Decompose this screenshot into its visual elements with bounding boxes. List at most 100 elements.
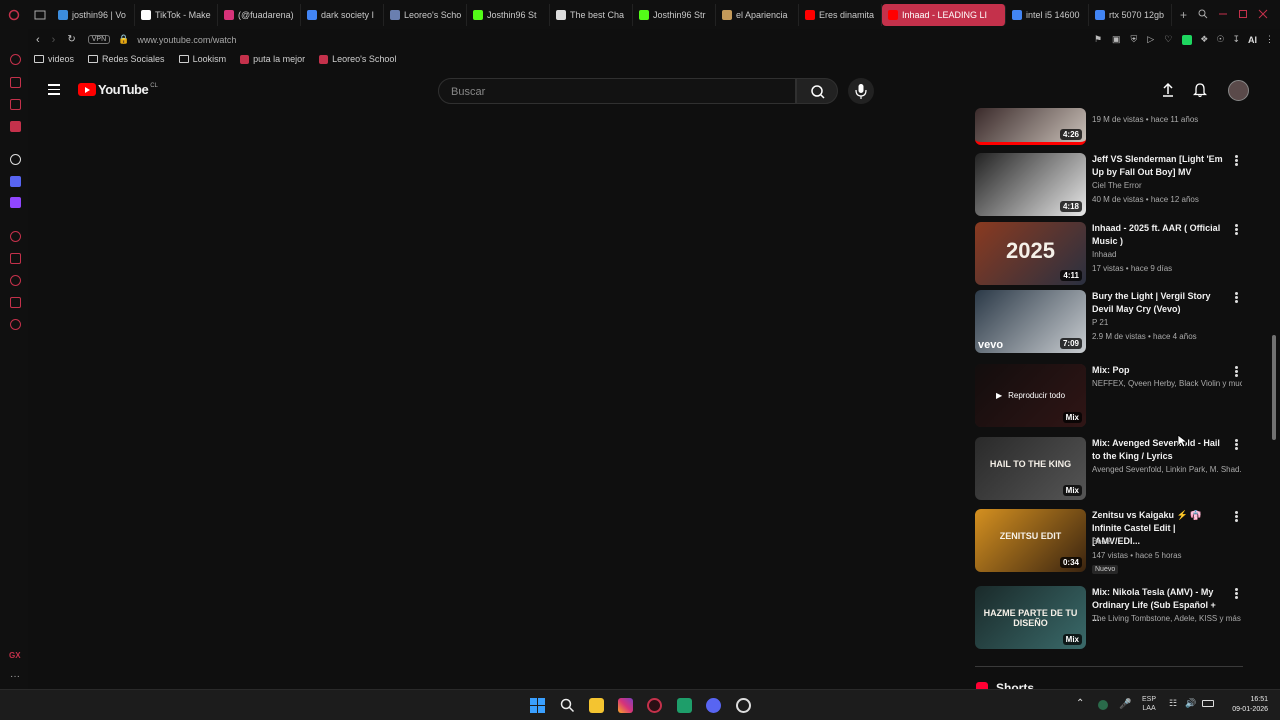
- messenger-icon[interactable]: [10, 121, 21, 132]
- browser-tab[interactable]: intel i5 14600: [1006, 3, 1089, 26]
- channel-name[interactable]: P 21: [1092, 318, 1242, 327]
- start-windows-icon[interactable]: [530, 698, 545, 713]
- new-tab-button[interactable]: +: [1172, 8, 1195, 22]
- browser-tab[interactable]: el Apariencia: [716, 3, 799, 26]
- extensions-icon[interactable]: [10, 297, 21, 308]
- gx-corner-icon[interactable]: [10, 54, 21, 65]
- video-title[interactable]: Jeff VS Slenderman [Light 'Em Up by Fall…: [1092, 153, 1224, 179]
- discord-icon[interactable]: [706, 698, 721, 713]
- chatgpt-icon[interactable]: [10, 154, 21, 165]
- channel-name[interactable]: The Living Tombstone, Adele, KISS y más: [1092, 614, 1242, 623]
- upload-icon[interactable]: [1161, 82, 1175, 103]
- video-list-item[interactable]: HAIL TO THE KING Mix Mix: Avenged Sevenfol…: [975, 437, 1245, 503]
- opera-gx-icon[interactable]: [647, 698, 662, 713]
- tray-chevron-icon[interactable]: ⌃: [1076, 698, 1084, 709]
- heart-icon[interactable]: ♡: [1164, 34, 1172, 45]
- close-button[interactable]: [1258, 6, 1280, 24]
- video-list-item[interactable]: 2025 4:11 Inhaad - 2025 ft. AAR ( Official…: [975, 222, 1245, 288]
- bookmark-item[interactable]: Lookism: [178, 54, 226, 64]
- clock[interactable]: 16:51 09-01-2026: [1222, 695, 1268, 715]
- video-title[interactable]: Inhaad - 2025 ft. AAR ( Official Music ): [1092, 222, 1224, 248]
- browser-tab[interactable]: Eres dinamita: [799, 3, 882, 26]
- player-icon[interactable]: [10, 231, 21, 242]
- hamburger-menu-icon[interactable]: [48, 84, 60, 95]
- video-list-item[interactable]: HAZME PARTE DE TU DISEÑO Mix Mix: Nikola T…: [975, 586, 1245, 652]
- instagram-app-icon[interactable]: [618, 698, 633, 713]
- workspaces-icon[interactable]: [28, 4, 52, 26]
- back-icon[interactable]: ‹: [36, 34, 40, 46]
- bookmarks-icon[interactable]: [10, 253, 21, 264]
- extension-green-icon[interactable]: [1182, 34, 1193, 45]
- video-title[interactable]: Bury the Light | Vergil Story Devil May …: [1092, 290, 1224, 316]
- video-list-item[interactable]: ▶ Reproducir todo Mix Mix: Pop NEFFEX, Qveen…: [975, 364, 1245, 430]
- video-thumbnail[interactable]: HAZME PARTE DE TU DISEÑO Mix: [975, 586, 1086, 649]
- browser-tab[interactable]: Josthin96 St: [467, 3, 550, 26]
- file-explorer-icon[interactable]: [589, 698, 604, 713]
- search-input[interactable]: Buscar: [438, 78, 796, 104]
- account-avatar[interactable]: [1228, 80, 1249, 101]
- settings-icon[interactable]: [10, 319, 21, 330]
- browser-tab[interactable]: (@fuadarena): [218, 3, 301, 26]
- browser-tab[interactable]: The best Cha: [550, 3, 633, 26]
- browser-tab[interactable]: Leoreo's Scho: [384, 3, 467, 26]
- minimize-button[interactable]: [1218, 6, 1238, 24]
- shield-icon[interactable]: ⛨: [1131, 34, 1138, 45]
- tray-mic-icon[interactable]: 🎤: [1119, 699, 1131, 710]
- search-button[interactable]: [796, 78, 838, 104]
- notifications-bell-icon[interactable]: [1192, 82, 1208, 103]
- cs-icon[interactable]: [10, 176, 21, 187]
- voice-search-button[interactable]: [848, 78, 874, 104]
- channel-name[interactable]: Bezel: [1092, 537, 1242, 546]
- browser-tab[interactable]: TikTok - Make: [135, 3, 218, 26]
- share-icon[interactable]: ☉: [1216, 34, 1224, 45]
- wifi-icon[interactable]: ☷: [1169, 698, 1177, 709]
- gx-cleaner-icon[interactable]: [10, 99, 21, 110]
- taskbar-search-icon[interactable]: [560, 698, 575, 718]
- more-actions-icon[interactable]: [1235, 588, 1238, 599]
- gx-control-icon[interactable]: [10, 77, 21, 88]
- puzzle-icon[interactable]: ❖: [1200, 34, 1208, 45]
- browser-tab[interactable]: Josthin96 Str: [633, 3, 716, 26]
- video-list-item[interactable]: ZENITSU EDIT 0:34 Zenitsu vs Kaigaku ⚡ 👘 I…: [975, 509, 1245, 575]
- play-icon[interactable]: ▷: [1147, 34, 1154, 45]
- video-thumbnail[interactable]: 4:26: [975, 108, 1086, 145]
- bookmark-item[interactable]: videos: [34, 54, 74, 64]
- video-thumbnail[interactable]: HAIL TO THE KING Mix: [975, 437, 1086, 500]
- browser-tab[interactable]: dark society I: [301, 3, 384, 26]
- browser-tab[interactable]: josthin96 | Vo: [52, 3, 135, 26]
- channel-name[interactable]: NEFFEX, Qveen Herby, Black Violin y muc.…: [1092, 379, 1242, 388]
- snapshot-icon[interactable]: ▣: [1112, 34, 1121, 45]
- bookmark-item[interactable]: Leoreo's School: [319, 54, 396, 64]
- volume-icon[interactable]: 🔊: [1185, 698, 1196, 709]
- video-title[interactable]: Mix: Pop: [1092, 364, 1224, 377]
- reload-icon[interactable]: ↻: [67, 34, 75, 45]
- settings-gear-icon[interactable]: [736, 698, 751, 713]
- menu-icon[interactable]: ⋮: [1265, 34, 1274, 45]
- video-thumbnail[interactable]: 2025 4:11: [975, 222, 1086, 285]
- app-green-icon[interactable]: [677, 698, 692, 713]
- video-thumbnail[interactable]: ZENITSU EDIT 0:34: [975, 509, 1086, 572]
- youtube-logo[interactable]: YouTube CL: [78, 82, 158, 97]
- bookmark-item[interactable]: Redes Sociales: [88, 54, 165, 64]
- browser-tab[interactable]: Inhaad - LEADING LI: [882, 3, 1006, 26]
- twitch-icon[interactable]: [10, 197, 21, 208]
- vpn-badge[interactable]: VPN: [87, 35, 111, 44]
- url-field[interactable]: www.youtube.com/watch: [137, 35, 236, 45]
- download-icon[interactable]: ↧: [1232, 34, 1240, 45]
- more-actions-icon[interactable]: [1235, 224, 1238, 235]
- more-actions-icon[interactable]: [1235, 292, 1238, 303]
- video-list-item[interactable]: vevo 7:09 Bury the Light | Vergil Story De…: [975, 290, 1245, 356]
- tray-app-icon[interactable]: [1098, 700, 1108, 710]
- bookmark-item[interactable]: puta la mejor: [240, 54, 305, 64]
- search-tabs-icon[interactable]: [1198, 6, 1218, 24]
- scrollbar-thumb[interactable]: [1272, 335, 1276, 440]
- more-actions-icon[interactable]: [1235, 511, 1238, 522]
- channel-name[interactable]: Avenged Sevenfold, Linkin Park, M. Shad.…: [1092, 465, 1242, 474]
- video-title[interactable]: Mix: Avenged Sevenfold - Hail to the Kin…: [1092, 437, 1224, 463]
- video-thumbnail[interactable]: 4:18: [975, 153, 1086, 216]
- tab-overview-icon[interactable]: [0, 4, 28, 26]
- video-thumbnail[interactable]: vevo 7:09: [975, 290, 1086, 353]
- video-list-item[interactable]: 4:18 Jeff VS Slenderman [Light 'Em Up by …: [975, 153, 1245, 219]
- more-actions-icon[interactable]: [1235, 439, 1238, 450]
- ai-button[interactable]: AI: [1248, 35, 1257, 45]
